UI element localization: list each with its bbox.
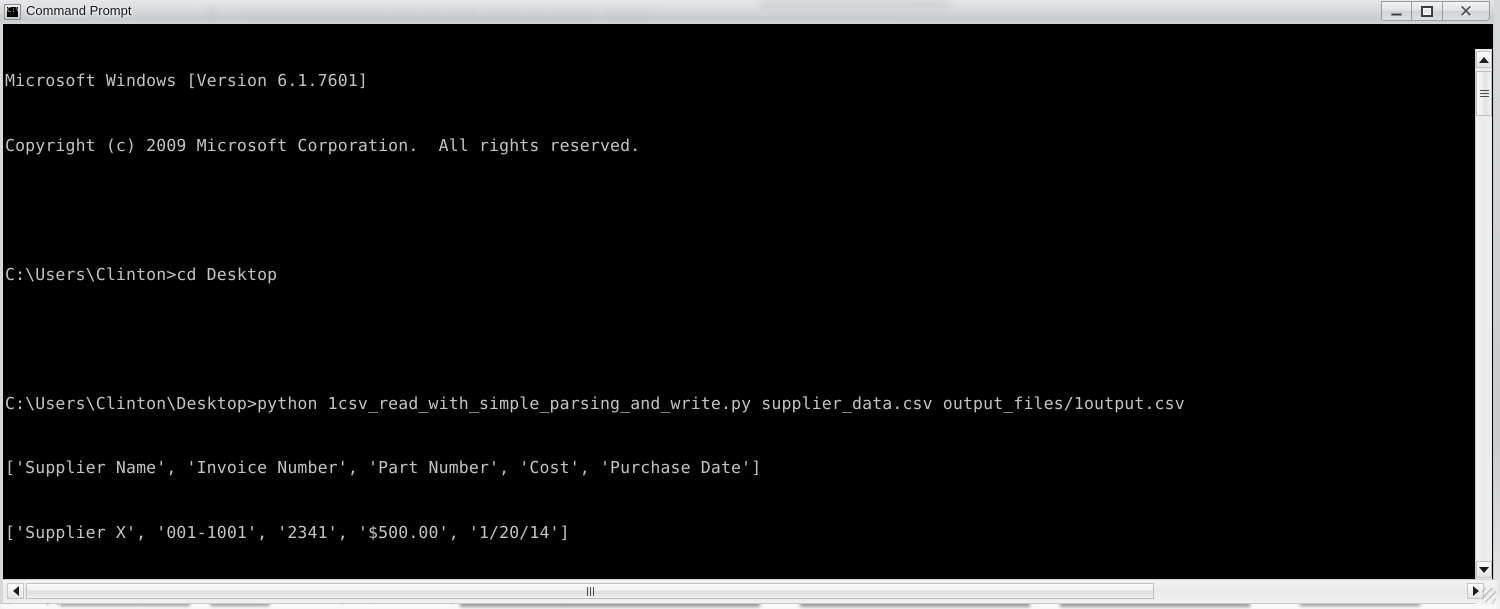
triangle-down-icon — [1479, 566, 1489, 573]
minimize-button[interactable] — [1381, 1, 1412, 21]
maximize-button[interactable] — [1412, 1, 1443, 21]
scroll-down-button[interactable] — [1476, 561, 1492, 578]
close-icon: ✕ — [1458, 1, 1474, 21]
command-prompt-window: Command Prompt ✕ Microsoft Windows [Vers… — [0, 0, 1497, 606]
maximize-icon — [1412, 2, 1442, 20]
window-titlebar[interactable]: Command Prompt ✕ — [0, 0, 1494, 25]
triangle-right-icon — [1472, 586, 1479, 596]
scroll-left-button[interactable] — [7, 583, 24, 599]
console-line: Microsoft Windows [Version 6.1.7601] — [5, 71, 369, 90]
desktop-background: C:\Users\Clinton\Desktop\1csv_read_with_… — [0, 0, 1500, 609]
horizontal-scroll-thumb[interactable] — [26, 583, 1154, 599]
vertical-scroll-thumb[interactable] — [1476, 71, 1492, 116]
triangle-left-icon — [12, 586, 19, 596]
console-output: Microsoft Windows [Version 6.1.7601] Cop… — [5, 27, 1475, 609]
grip-icon — [1479, 90, 1489, 97]
close-button[interactable]: ✕ — [1443, 1, 1490, 21]
console-line: Copyright (c) 2009 Microsoft Corporation… — [5, 135, 641, 155]
console-line-row: ['Supplier X', '001-1001', '2341', '$500… — [5, 522, 570, 542]
console-icon-screen — [7, 7, 18, 17]
horizontal-scrollbar[interactable] — [3, 579, 1497, 603]
console-line-header: ['Supplier Name', 'Invoice Number', 'Par… — [5, 458, 762, 477]
vertical-scrollbar[interactable] — [1475, 49, 1492, 604]
triangle-up-icon — [1479, 56, 1489, 63]
minimize-icon — [1382, 2, 1411, 20]
scroll-up-button[interactable] — [1476, 51, 1492, 68]
console-client-area[interactable]: Microsoft Windows [Version 6.1.7601] Cop… — [0, 24, 1497, 606]
resize-grip[interactable] — [1482, 588, 1496, 602]
window-title: Command Prompt — [26, 3, 132, 18]
grip-icon — [586, 586, 594, 596]
console-icon — [4, 4, 21, 20]
console-line-command: C:\Users\Clinton\Desktop>python 1csv_rea… — [5, 393, 1185, 413]
console-line-prompt: C:\Users\Clinton>cd Desktop — [5, 264, 278, 284]
